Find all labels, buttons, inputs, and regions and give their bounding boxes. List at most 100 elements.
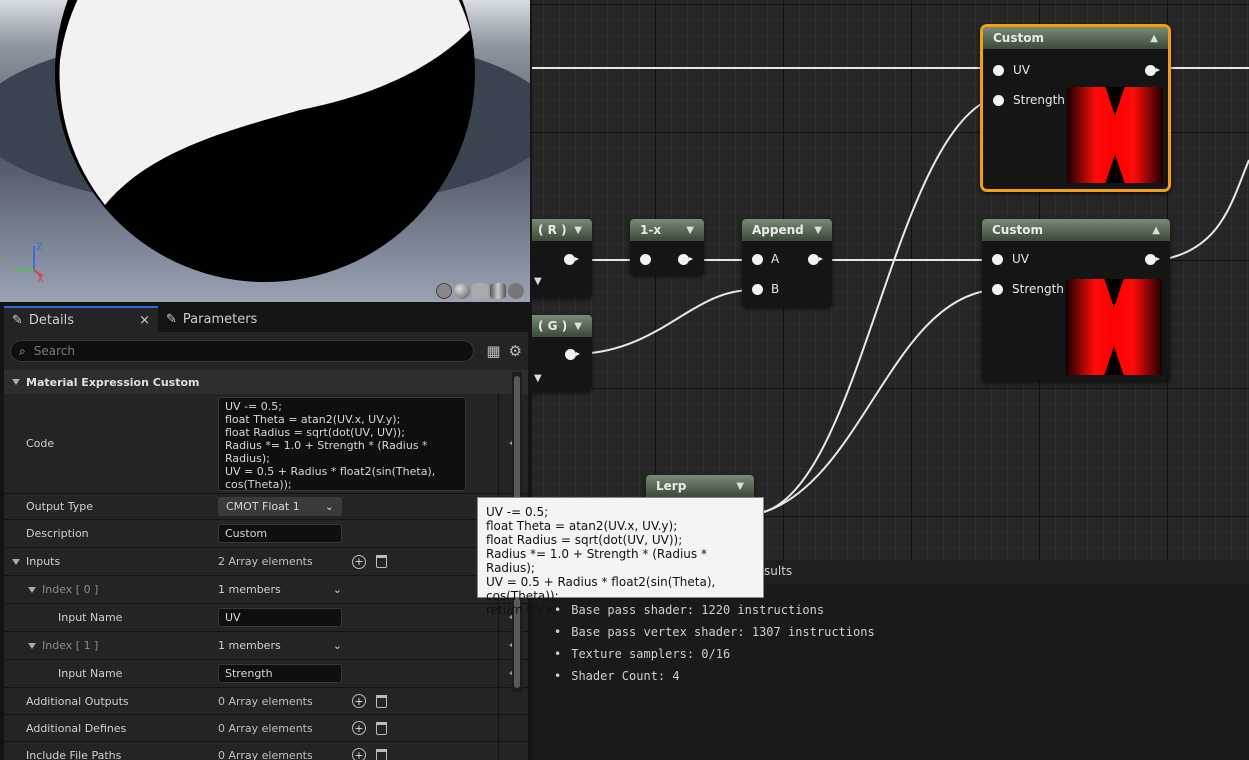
tab-label: Details xyxy=(28,312,74,328)
property-code: Code UV -= 0.5; float Theta = atan2(UV.x… xyxy=(4,394,528,494)
trash-icon[interactable] xyxy=(376,748,387,760)
collapse-chevron-icon[interactable]: ▲ xyxy=(1152,225,1160,236)
pencil-icon: ✎ xyxy=(12,312,23,328)
table-view-icon[interactable]: ▦ xyxy=(486,342,500,360)
output-type-select[interactable]: CMOT Float 1 ⌄ xyxy=(218,497,342,516)
input-pin[interactable] xyxy=(640,254,651,265)
property-index-0: Index [ 0 ] 1 members⌄ ↶ xyxy=(4,576,528,604)
code-textarea[interactable]: UV -= 0.5; float Theta = atan2(UV.x, UV.… xyxy=(218,397,466,491)
add-element-icon[interactable]: + xyxy=(352,694,366,708)
node-preview-thumbnail xyxy=(1067,87,1163,183)
property-label: Inputs xyxy=(26,555,61,568)
pin-label: UV xyxy=(1013,63,1030,77)
property-label: Index [ 1 ] xyxy=(42,639,99,652)
collapse-arrow-icon[interactable] xyxy=(28,642,36,649)
material-preview-viewport[interactable]: Z X xyxy=(0,0,530,302)
input-name-field[interactable]: UV xyxy=(218,608,342,627)
output-pin[interactable] xyxy=(564,254,579,265)
pin-label: A xyxy=(771,252,780,266)
members-dropdown[interactable]: 1 members ⌄ xyxy=(218,639,342,652)
property-label: Input Name xyxy=(58,611,123,624)
search-icon: ⌕ xyxy=(19,343,26,358)
property-label: Additional Defines xyxy=(26,721,127,735)
chevron-down-icon[interactable]: ▼ xyxy=(736,481,744,492)
pencil-icon: ✎ xyxy=(166,311,177,327)
chevron-down-icon[interactable]: ▼ xyxy=(686,225,694,236)
expand-chevron-icon[interactable]: ▼ xyxy=(534,276,542,287)
node-one-minus[interactable]: 1-x ▼ xyxy=(630,219,704,275)
trash-icon[interactable] xyxy=(376,721,387,735)
chevron-down-icon[interactable]: ▼ xyxy=(814,225,822,236)
tab-details[interactable]: ✎ Details × xyxy=(4,306,158,332)
node-title: ( R ) xyxy=(538,223,567,237)
add-element-icon[interactable]: + xyxy=(352,721,366,735)
output-pin[interactable] xyxy=(678,254,693,265)
input-pin-strength[interactable] xyxy=(992,284,1003,295)
node-custom[interactable]: Custom ▲ UV Strength xyxy=(982,219,1170,381)
trash-icon[interactable] xyxy=(376,694,387,708)
property-label: Index [ 0 ] xyxy=(42,583,99,596)
preview-mesh-toolbar xyxy=(436,283,524,299)
stat-line: Base pass shader: 1220 instructions xyxy=(554,603,1249,625)
tab-parameters[interactable]: ✎ Parameters xyxy=(158,306,265,332)
members-dropdown[interactable]: 1 members ⌄ xyxy=(218,583,342,596)
chevron-down-icon: ⌄ xyxy=(332,583,342,596)
chevron-down-icon[interactable]: ▼ xyxy=(574,321,582,332)
gear-icon[interactable]: ⚙ xyxy=(509,342,522,360)
node-title: ( G ) xyxy=(538,319,568,333)
pin-label: UV xyxy=(1012,252,1029,266)
node-append[interactable]: Append ▼ A B xyxy=(742,219,832,307)
node-title: 1-x xyxy=(640,223,662,237)
output-pin[interactable] xyxy=(808,254,823,265)
grid-sphere-icon[interactable] xyxy=(436,283,452,299)
add-element-icon[interactable]: + xyxy=(352,748,366,760)
category-title: Material Expression Custom xyxy=(26,375,200,389)
category-material-expression-custom[interactable]: Material Expression Custom xyxy=(4,370,528,394)
property-additional-outputs: Additional Outputs 0 Array elements + xyxy=(4,688,528,715)
sphere-icon[interactable] xyxy=(454,283,470,299)
property-label: Code xyxy=(26,437,55,450)
stat-line: Texture samplers: 0/16 xyxy=(554,647,1249,669)
input-pin-uv[interactable] xyxy=(992,254,1003,265)
input-pin-strength[interactable] xyxy=(993,95,1004,106)
expand-chevron-icon[interactable]: ▼ xyxy=(534,373,542,384)
collapse-chevron-icon[interactable]: ▲ xyxy=(1150,33,1158,44)
add-element-icon[interactable]: + xyxy=(352,554,366,569)
output-pin[interactable] xyxy=(1145,254,1160,265)
trash-icon[interactable] xyxy=(376,555,387,568)
pin-label: Strength xyxy=(1012,282,1064,296)
property-inputs: Inputs 2 Array elements + xyxy=(4,548,528,576)
input-name-field[interactable]: Strength xyxy=(218,664,342,683)
stats-tab-label: sults xyxy=(764,564,793,578)
property-input-name-1: Input Name Strength ↶ xyxy=(4,660,528,688)
property-label: Additional Outputs xyxy=(26,694,129,708)
property-output-type: Output Type CMOT Float 1 ⌄ xyxy=(4,494,528,520)
output-pin[interactable] xyxy=(1145,65,1160,76)
property-include-file-paths: Include File Paths 0 Array elements + xyxy=(4,742,528,760)
node-title: Custom xyxy=(993,31,1044,45)
tab-label: Parameters xyxy=(182,311,258,327)
array-count: 0 Array elements xyxy=(218,748,313,760)
collapse-arrow-icon[interactable] xyxy=(12,558,20,565)
members-count: 1 members xyxy=(218,639,281,652)
input-pin-b[interactable] xyxy=(752,284,763,295)
input-pin-a[interactable] xyxy=(752,254,763,265)
description-input[interactable]: Custom xyxy=(218,524,342,543)
select-value: CMOT Float 1 xyxy=(226,500,300,513)
close-icon[interactable]: × xyxy=(139,313,150,328)
stat-line: Base pass vertex shader: 1307 instructio… xyxy=(554,625,1249,647)
collapse-arrow-icon[interactable] xyxy=(28,586,36,593)
search-input[interactable]: ⌕ Search xyxy=(10,340,475,362)
collapse-arrow-icon[interactable] xyxy=(12,379,20,385)
node-mask-g[interactable]: ( G ) ▼ ▼ xyxy=(532,315,592,391)
svg-text:X: X xyxy=(37,274,44,284)
plane-icon[interactable] xyxy=(472,283,488,299)
cylinder-icon[interactable] xyxy=(490,283,506,299)
input-pin-uv[interactable] xyxy=(993,65,1004,76)
output-pin[interactable] xyxy=(565,349,580,360)
node-mask-r[interactable]: ( R ) ▼ ▼ xyxy=(532,219,592,297)
node-custom-selected[interactable]: Custom ▲ UV Strength xyxy=(980,24,1171,192)
custom-mesh-icon[interactable] xyxy=(508,283,524,299)
node-title: Append xyxy=(752,223,804,237)
chevron-down-icon[interactable]: ▼ xyxy=(574,225,582,236)
